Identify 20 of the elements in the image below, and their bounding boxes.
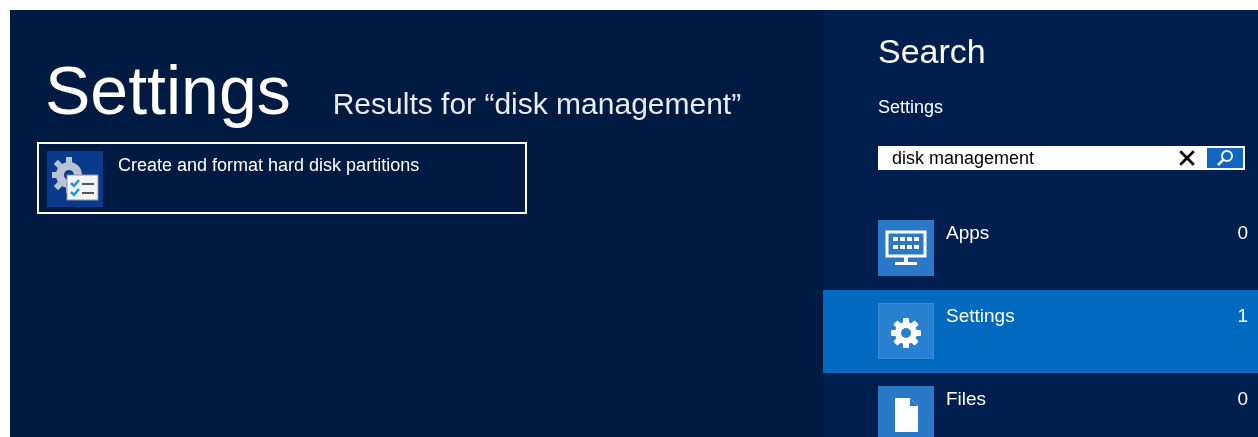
result-count: 0 <box>1237 222 1248 244</box>
category-item[interactable]: Files 0 <box>823 373 1258 437</box>
document-icon <box>878 386 934 437</box>
gear-icon <box>878 303 934 359</box>
category-item[interactable]: Apps 0 <box>823 207 1258 290</box>
results-heading: Results for “disk management” <box>332 87 742 121</box>
result-item[interactable]: Create and format hard disk partitions <box>37 142 527 214</box>
result-count: 0 <box>1237 388 1248 410</box>
search-field[interactable]: disk management <box>878 146 1169 170</box>
search-icon <box>1215 148 1235 168</box>
category-item[interactable]: Settings 1 <box>823 290 1258 373</box>
close-icon <box>1178 149 1196 167</box>
page-title: Settings <box>45 51 291 130</box>
result-count: 1 <box>1237 305 1248 327</box>
monitor-keypad-icon <box>878 220 934 276</box>
pane-title: Search <box>878 32 987 71</box>
search-scope: Settings <box>878 97 945 118</box>
search-button[interactable] <box>1205 146 1245 170</box>
clear-button[interactable] <box>1169 146 1205 170</box>
gear-checklist-icon <box>47 151 103 207</box>
